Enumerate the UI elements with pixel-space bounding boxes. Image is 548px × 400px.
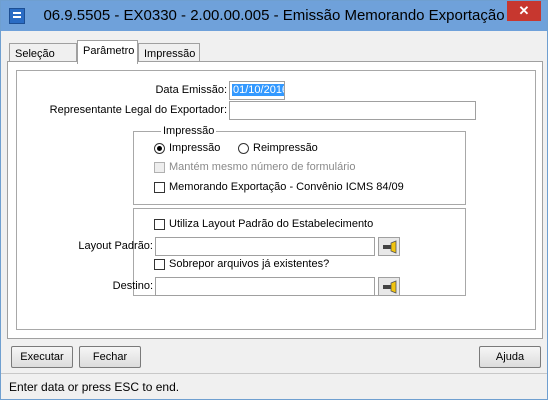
close-icon[interactable]: ✕	[507, 1, 541, 21]
radio-impressao-label: Impressão	[169, 142, 221, 154]
flashlight-icon	[383, 240, 397, 254]
radio-reimpressao[interactable]	[238, 143, 249, 154]
title-bar: 06.9.5505 - EX0330 - 2.00.00.005 - Emiss…	[1, 1, 547, 31]
mantem-numero-checkbox	[154, 162, 165, 173]
layout-padrao-field[interactable]	[155, 237, 375, 256]
ajuda-button[interactable]: Ajuda	[479, 346, 541, 368]
fechar-button[interactable]: Fechar	[79, 346, 141, 368]
window-title: 06.9.5505 - EX0330 - 2.00.00.005 - Emiss…	[43, 7, 505, 24]
memorando-label: Memorando Exportação - Convênio ICMS 84/…	[169, 181, 404, 193]
utiliza-layout-checkbox[interactable]	[154, 219, 165, 230]
destino-browse-button[interactable]	[378, 277, 400, 296]
representante-label: Representante Legal do Exportador:	[49, 104, 227, 116]
layout-browse-button[interactable]	[378, 237, 400, 256]
data-emissao-value: 01/10/2016	[232, 84, 284, 96]
tab-panel-parametro: Data Emissão: 01/10/2016 Representante L…	[7, 61, 543, 339]
radio-impressao[interactable]	[154, 143, 165, 154]
layout-padrao-label: Layout Padrão:	[78, 240, 153, 252]
executar-button[interactable]: Executar	[11, 346, 73, 368]
radio-reimpressao-label: Reimpressão	[253, 142, 318, 154]
representante-field[interactable]	[229, 101, 476, 120]
mantem-numero-label: Mantém mesmo número de formulário	[169, 161, 356, 173]
impressao-group: Impressão Impressão Reimpressão Mantém m…	[133, 125, 466, 205]
status-bar: Enter data or press ESC to end.	[1, 373, 547, 399]
sobrepor-label: Sobrepor arquivos já existentes?	[169, 258, 330, 270]
memorando-checkbox[interactable]	[154, 182, 165, 193]
destino-label: Destino:	[112, 280, 153, 292]
utiliza-layout-label: Utiliza Layout Padrão do Estabelecimento	[169, 218, 374, 230]
app-window: 06.9.5505 - EX0330 - 2.00.00.005 - Emiss…	[0, 0, 548, 400]
destino-field[interactable]	[155, 277, 375, 296]
parametro-frame: Data Emissão: 01/10/2016 Representante L…	[16, 70, 536, 330]
impressao-group-caption: Impressão	[161, 125, 217, 137]
flashlight-icon	[383, 280, 397, 294]
data-emissao-field[interactable]: 01/10/2016	[229, 81, 285, 100]
data-emissao-label: Data Emissão:	[155, 84, 227, 96]
sobrepor-checkbox[interactable]	[154, 259, 165, 270]
tab-parametro[interactable]: Parâmetro	[77, 40, 138, 64]
